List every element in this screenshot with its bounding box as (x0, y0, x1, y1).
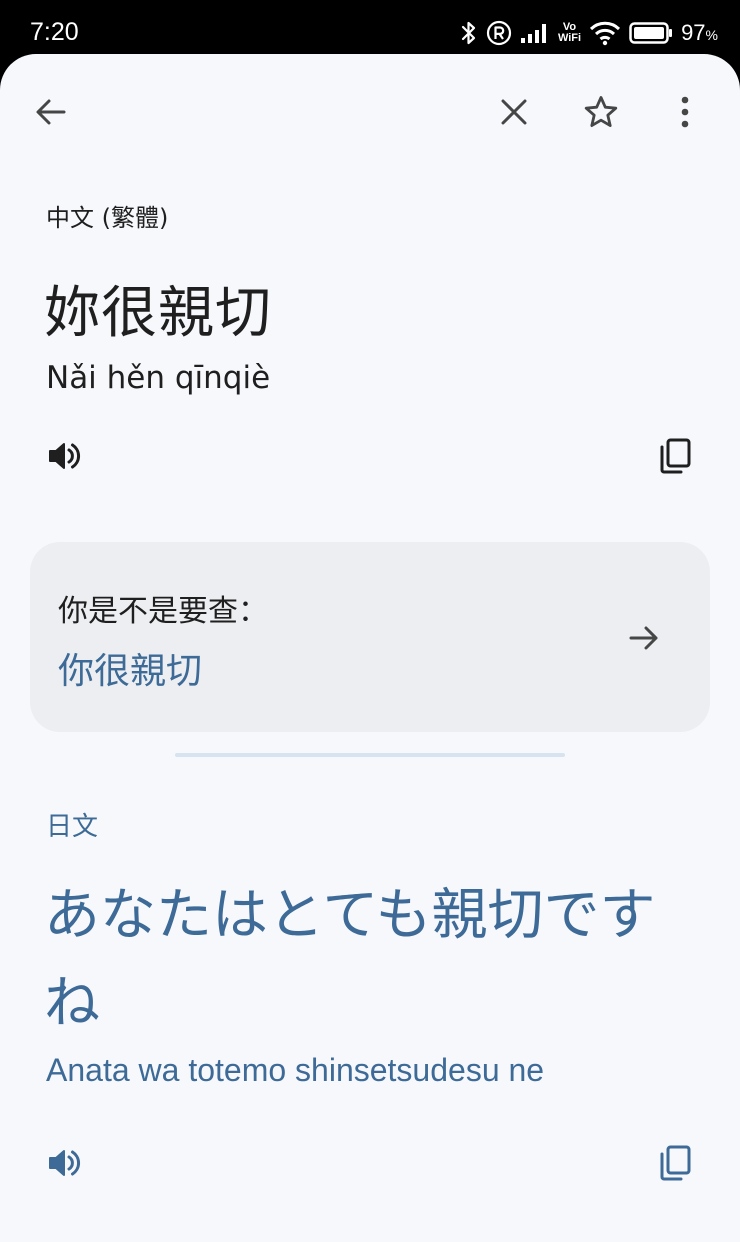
signal-icon (520, 24, 546, 43)
did-you-mean-prompt: 你是不是要查： (58, 594, 268, 629)
source-language-label: 中文 (繁體) (46, 204, 169, 232)
vowifi-indicator: Vo WiFi (558, 22, 581, 44)
arrow-back-icon (36, 99, 66, 125)
source-romanization: Nǎi hěn qīnqiè (46, 360, 271, 396)
target-text: あなたはとても親切ですね (44, 883, 656, 1036)
star-outline-icon (584, 96, 618, 127)
volume-icon (49, 1150, 80, 1176)
status-bar: 7:20 Vo WiFi 97% (0, 0, 740, 60)
target-copy-button[interactable] (647, 1135, 703, 1191)
target-language-label: 日文 (46, 812, 99, 842)
more-vert-icon (681, 96, 689, 128)
battery-icon (629, 22, 673, 44)
more-options-button[interactable] (657, 84, 713, 140)
source-speak-button[interactable] (36, 428, 92, 484)
did-you-mean-suggestion[interactable]: 你很親切 (58, 642, 202, 694)
section-divider (175, 753, 565, 757)
close-button[interactable] (486, 84, 542, 140)
did-you-mean-card[interactable]: 你是不是要查： 你很親切 (30, 542, 710, 732)
back-button[interactable] (23, 84, 79, 140)
registered-icon (486, 20, 512, 46)
target-speak-button[interactable] (36, 1135, 92, 1191)
vowifi-bottom-label: WiFi (557, 32, 582, 44)
wifi-icon (590, 21, 621, 46)
save-star-button[interactable] (573, 84, 629, 140)
translation-sheet: 中文 (繁體) 妳很親切 Nǎi hěn qīnqiè 你是不是要查： 你很親切… (0, 54, 740, 1242)
status-icons: Vo WiFi 97% (460, 16, 718, 50)
volume-icon (49, 443, 80, 469)
target-romanization: Anata wa totemo shinsetsudesu ne (46, 1052, 545, 1088)
copy-icon (660, 1145, 691, 1181)
battery-value: 97 (681, 20, 706, 45)
apply-suggestion-button[interactable] (616, 610, 672, 666)
source-copy-button[interactable] (647, 428, 703, 484)
source-text: 妳很親切 (44, 281, 272, 346)
arrow-forward-icon (629, 626, 658, 650)
status-time: 7:20 (30, 18, 79, 46)
close-icon (501, 99, 527, 125)
battery-percent: 97% (681, 20, 718, 46)
copy-icon (660, 438, 691, 474)
bluetooth-icon (461, 21, 476, 45)
battery-unit: % (705, 27, 718, 43)
